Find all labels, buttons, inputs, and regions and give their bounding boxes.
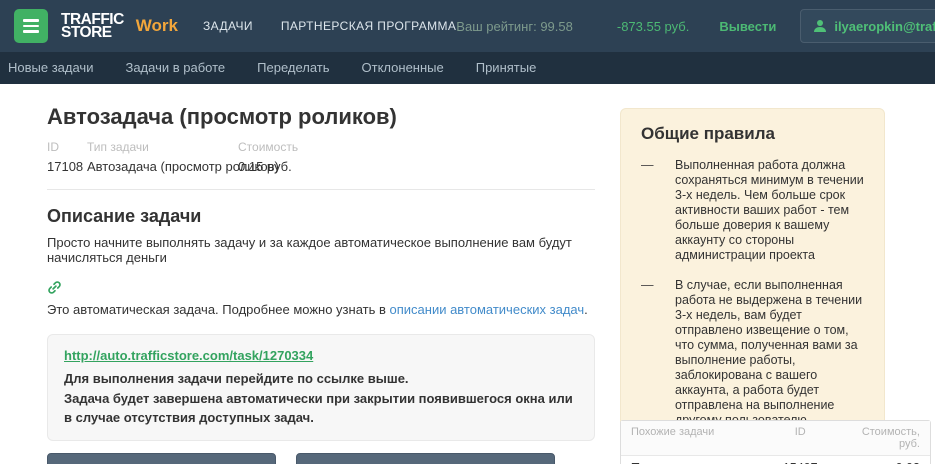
close-icon: ✖	[318, 454, 328, 464]
dash-marker: —	[641, 158, 675, 263]
tab-tasks-in-progress[interactable]: Задачи в работе	[109, 52, 241, 84]
auto-task-note-period: .	[584, 302, 588, 317]
back-button-label: ВЕРНУТЬСЯ К СПИСКУ ЗАДАЧ	[69, 454, 254, 464]
logo[interactable]: TRAFFIC STORE	[61, 13, 124, 39]
user-menu-button[interactable]: ilyaeropkin@trafficstore.ru	[800, 9, 935, 43]
tab-rejected[interactable]: Отклоненные	[346, 52, 460, 84]
dash-marker: —	[641, 278, 675, 428]
similar-tasks-header-row: Похожие задачи ID Стоимость, руб.	[621, 421, 930, 456]
similar-task-name[interactable]: Просмотр роликов	[621, 456, 763, 464]
meta-header-type: Тип задачи	[87, 140, 238, 154]
rules-heading: Общие правила	[641, 124, 864, 144]
similar-task-cost: 0.03	[837, 456, 930, 464]
auto-task-note: Это автоматическая задача. Подробнее мож…	[47, 302, 595, 317]
meta-header-cost: Стоимость	[238, 140, 595, 154]
rule-text: В случае, если выполненная работа не выд…	[675, 278, 864, 428]
decline-task-button[interactable]: ✖ ОТКАЗАТЬСЯ ОТ ВЫПОЛНЕНИЯ	[296, 453, 555, 464]
user-email: ilyaeropkin@trafficstore.ru	[834, 19, 935, 34]
task-instructions-box: http://auto.trafficstore.com/task/127033…	[47, 334, 595, 441]
back-to-task-list-button[interactable]: ВЕРНУТЬСЯ К СПИСКУ ЗАДАЧ	[47, 453, 276, 464]
section-divider	[47, 189, 595, 190]
tab-new-tasks[interactable]: Новые задачи	[0, 52, 109, 84]
nav-item-tasks[interactable]: ЗАДАЧИ	[203, 19, 253, 33]
task-type-value: Автозадача (просмотр роликов)	[87, 159, 238, 174]
rule-item: — Выполненная работа должна сохраняться …	[641, 158, 864, 263]
similar-header-name: Похожие задачи	[621, 421, 763, 455]
instruction-line-2: Задача будет завершена автоматически при…	[64, 389, 578, 428]
similar-tasks-table: Похожие задачи ID Стоимость, руб. Просмо…	[620, 420, 931, 464]
similar-header-cost: Стоимость, руб.	[837, 421, 930, 455]
task-cost-value: 0.15 руб.	[238, 159, 595, 174]
logo-work-label: Work	[136, 16, 178, 36]
meta-header-id: ID	[47, 140, 87, 154]
tab-accepted[interactable]: Принятые	[460, 52, 553, 84]
user-rating: Ваш рейтинг: 99.58	[456, 19, 573, 34]
general-rules-panel: Общие правила — Выполненная работа должн…	[620, 108, 885, 449]
rule-item: — В случае, если выполненная работа не в…	[641, 278, 864, 428]
similar-task-id: 15407	[763, 456, 837, 464]
task-detail-panel: Автозадача (просмотр роликов) ID Тип зад…	[47, 104, 595, 464]
action-buttons: ВЕРНУТЬСЯ К СПИСКУ ЗАДАЧ ✖ ОТКАЗАТЬСЯ ОТ …	[47, 453, 595, 464]
rule-text: Выполненная работа должна сохраняться ми…	[675, 158, 864, 263]
user-icon	[813, 19, 827, 33]
similar-header-id: ID	[763, 421, 837, 455]
task-url-link[interactable]: http://auto.trafficstore.com/task/127033…	[64, 348, 313, 363]
top-header: TRAFFIC STORE Work ЗАДАЧИ ПАРТНЕРСКАЯ ПР…	[0, 0, 935, 52]
balance-amount: -873.55 руб.	[617, 19, 690, 34]
instruction-line-1: Для выполнения задачи перейдите по ссылк…	[64, 369, 578, 389]
task-meta-table: ID Тип задачи Стоимость 17108 Автозадача…	[47, 140, 595, 174]
table-row: Просмотр роликов 15407 0.03	[621, 456, 930, 464]
description-intro: Просто начните выполнять задачу и за каж…	[47, 235, 595, 265]
page-title: Автозадача (просмотр роликов)	[47, 104, 595, 130]
task-id-value: 17108	[47, 159, 87, 174]
page: TRAFFIC STORE Work ЗАДАЧИ ПАРТНЕРСКАЯ ПР…	[0, 0, 935, 464]
hamburger-menu-icon[interactable]	[14, 9, 48, 43]
nav-item-partner-program[interactable]: ПАРТНЕРСКАЯ ПРОГРАММА	[281, 19, 456, 33]
withdraw-link[interactable]: Вывести	[719, 19, 776, 34]
description-heading: Описание задачи	[47, 206, 595, 227]
task-status-tabs: Новые задачи Задачи в работе Переделать …	[0, 52, 935, 84]
link-icon	[47, 280, 62, 295]
decline-button-label: ОТКАЗАТЬСЯ ОТ ВЫПОЛНЕНИЯ	[337, 454, 533, 464]
auto-tasks-description-link[interactable]: описании автоматических задач	[390, 302, 585, 317]
tab-redo[interactable]: Переделать	[241, 52, 345, 84]
auto-task-note-text: Это автоматическая задача. Подробнее мож…	[47, 302, 390, 317]
